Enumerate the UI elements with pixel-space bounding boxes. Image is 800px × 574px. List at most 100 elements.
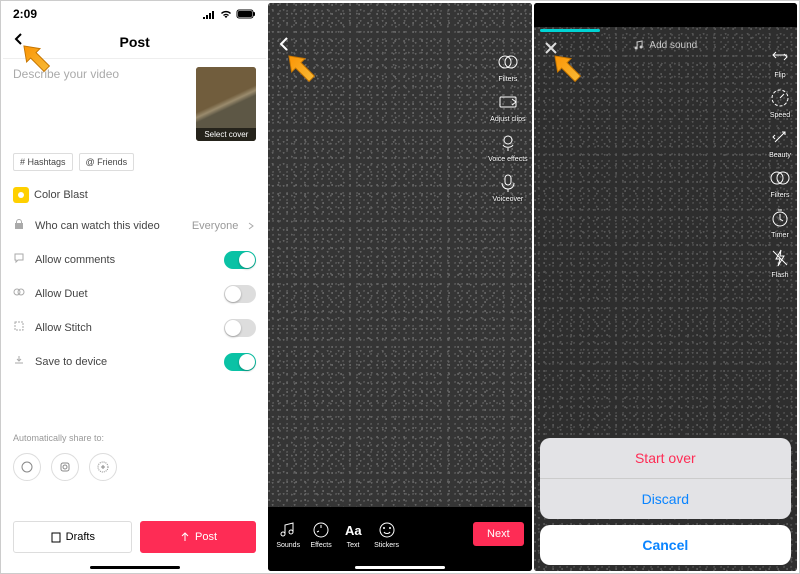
cancel-button[interactable]: Cancel [540, 525, 791, 565]
filters-icon [495, 49, 521, 75]
effects-icon [310, 519, 332, 541]
discard-button[interactable]: Discard [540, 478, 791, 519]
adjust-clips-label: Adjust clips [490, 116, 525, 123]
filters-icon [767, 165, 793, 191]
header-title: Post [119, 34, 149, 50]
record-progress [540, 29, 600, 32]
post-button[interactable]: Post [140, 521, 257, 553]
color-blast-icon [13, 187, 29, 203]
save-toggle[interactable] [224, 353, 256, 371]
voiceover-tool[interactable]: Voiceover [488, 169, 528, 203]
download-icon [13, 353, 27, 371]
flash-tool[interactable]: Flash [767, 245, 793, 279]
duet-row: Allow Duet [3, 277, 266, 311]
adjust-clips-icon [495, 89, 521, 115]
speed-tool[interactable]: Speed [767, 85, 793, 119]
speed-label: Speed [770, 112, 790, 119]
duet-toggle[interactable] [224, 285, 256, 303]
voice-effects-label: Voice effects [488, 156, 528, 163]
beauty-tool[interactable]: Beauty [767, 125, 793, 159]
comment-icon [13, 251, 27, 269]
filters-label: Filters [498, 76, 517, 83]
battery-icon [236, 9, 256, 19]
stitch-toggle[interactable] [224, 319, 256, 337]
drafts-icon [50, 531, 62, 543]
auto-share-label: Automatically share to: [3, 429, 266, 447]
filters-tool[interactable]: Filters [488, 49, 528, 83]
beauty-label: Beauty [769, 152, 791, 159]
status-icons [202, 9, 256, 19]
friends-chip[interactable]: @ Friends [79, 153, 135, 171]
voice-effects-tool[interactable]: Voice effects [488, 129, 528, 163]
color-blast-row[interactable]: Color Blast [3, 181, 266, 209]
home-indicator [90, 566, 180, 569]
stitch-label: Allow Stitch [35, 322, 216, 334]
share-instagram-icon[interactable] [51, 453, 79, 481]
save-row: Save to device [3, 345, 266, 379]
add-sound-button[interactable]: Add sound [633, 39, 697, 51]
bottom-toolbar: Sounds Effects AaText Stickers Next [268, 507, 531, 571]
hashtags-chip[interactable]: # Hashtags [13, 153, 73, 171]
phone-post-screen: 2:09 Post Describe your video Select cov… [3, 3, 266, 571]
home-indicator [355, 566, 445, 569]
bottom-buttons: Drafts Post [3, 515, 266, 559]
sounds-label: Sounds [276, 542, 300, 549]
sounds-tool[interactable]: Sounds [276, 519, 300, 549]
stickers-icon [376, 519, 398, 541]
stitch-row: Allow Stitch [3, 311, 266, 345]
drafts-label: Drafts [66, 531, 95, 543]
speed-icon [767, 85, 793, 111]
phone-edit-screen: 2:29 Filters Adjust clips Voice effects … [268, 3, 531, 571]
privacy-label: Who can watch this video [35, 220, 184, 232]
wifi-icon [219, 9, 233, 19]
next-button[interactable]: Next [473, 522, 524, 546]
stitch-icon [13, 319, 27, 337]
status-bar: 2:09 [3, 3, 266, 25]
flash-icon [767, 245, 793, 271]
beauty-icon [767, 125, 793, 151]
phone-record-screen: Add sound Flip Speed Beauty Filters Time… [534, 3, 797, 571]
share-chat-icon[interactable] [13, 453, 41, 481]
text-icon: Aa [342, 519, 364, 541]
privacy-row[interactable]: Who can watch this video Everyone [3, 209, 266, 243]
effects-label: Effects [310, 542, 331, 549]
comments-label: Allow comments [35, 254, 216, 266]
voiceover-label: Voiceover [492, 196, 523, 203]
share-row [3, 447, 266, 491]
stickers-tool[interactable]: Stickers [374, 519, 399, 549]
share-more-icon[interactable] [89, 453, 117, 481]
comments-toggle[interactable] [224, 251, 256, 269]
chevron-right-icon [246, 221, 256, 231]
flip-icon [767, 45, 793, 71]
text-tool[interactable]: AaText [342, 519, 364, 549]
flip-tool[interactable]: Flip [767, 45, 793, 79]
post-icon [179, 531, 191, 543]
timer-tool[interactable]: Timer [767, 205, 793, 239]
cover-thumbnail[interactable]: Select cover [196, 67, 256, 141]
action-sheet: Start over Discard Cancel [540, 438, 791, 565]
action-sheet-options: Start over Discard [540, 438, 791, 519]
filters-tool[interactable]: Filters [767, 165, 793, 199]
sounds-icon [277, 519, 299, 541]
start-over-button[interactable]: Start over [540, 438, 791, 478]
signal-icon [202, 9, 216, 19]
adjust-clips-tool[interactable]: Adjust clips [488, 89, 528, 123]
right-toolbar: Flip Speed Beauty Filters Timer Flash [767, 45, 793, 279]
drafts-button[interactable]: Drafts [13, 521, 132, 553]
stickers-label: Stickers [374, 542, 399, 549]
flip-label: Flip [774, 72, 785, 79]
flash-label: Flash [771, 272, 788, 279]
save-label: Save to device [35, 356, 216, 368]
color-blast-label: Color Blast [34, 189, 88, 201]
effects-tool[interactable]: Effects [310, 519, 332, 549]
next-label: Next [487, 528, 510, 540]
add-sound-label: Add sound [649, 40, 697, 51]
lock-icon [13, 217, 27, 235]
voiceover-icon [495, 169, 521, 195]
music-icon [633, 39, 645, 51]
duet-icon [13, 285, 27, 303]
text-label: Text [347, 542, 360, 549]
timer-label: Timer [771, 232, 789, 239]
right-toolbar: Filters Adjust clips Voice effects Voice… [488, 49, 528, 203]
voice-effects-icon [495, 129, 521, 155]
